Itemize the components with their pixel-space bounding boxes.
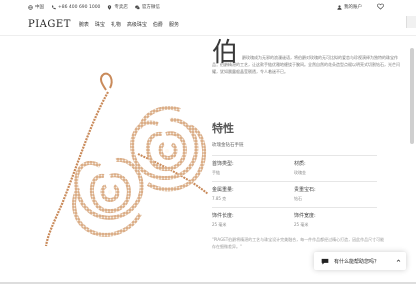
product-disclaimer: "PIAGET伯爵将精湛的工艺与珠宝设计完美融合，每一件作品都经过精心打造，因此… <box>212 237 385 249</box>
spec-value: 玫瑰金 <box>294 170 306 175</box>
wechat-label: 官方微信 <box>141 5 160 10</box>
nav-link-gifts[interactable]: 礼物 <box>111 21 121 28</box>
phone-link[interactable]: +86 400 690 1000 <box>51 5 100 10</box>
specs-heading: 特性 <box>212 122 234 135</box>
region-label: 中国 <box>35 5 44 10</box>
phone-number: +86 400 690 1000 <box>58 4 101 10</box>
wechat-link[interactable]: 官方微信 <box>135 4 160 10</box>
user-icon <box>337 4 342 10</box>
spec-value: 7.85 克 <box>212 196 227 201</box>
spec-length: 饰件长度: 25 毫米 <box>212 208 294 233</box>
account-link[interactable]: 我的账户 <box>337 4 362 10</box>
spec-label: 饰件宽度: <box>294 213 316 219</box>
specs-table: 首饰类型: 手链 材质: 玫瑰金 金属重量: 7.85 克 贵重宝石: 钻石 饰… <box>212 155 377 233</box>
spec-row: 金属重量: 7.85 克 贵重宝石: 钻石 <box>212 181 377 207</box>
phone-icon <box>51 5 56 9</box>
nav-link-watches[interactable]: 腕表 <box>79 21 89 28</box>
spec-material: 材质: 玫瑰金 <box>294 156 376 181</box>
spec-label: 材质: <box>294 161 306 167</box>
spec-value: 手链 <box>212 170 220 175</box>
page-scrollbar[interactable] <box>410 48 414 144</box>
spec-gemstone: 贵重宝石: 钻石 <box>294 182 376 207</box>
stores-link[interactable]: 专卖店 <box>107 4 128 10</box>
chat-widget[interactable]: 有什么能帮助您吗？ <box>314 252 406 270</box>
heart-icon[interactable] <box>377 3 384 10</box>
product-image <box>44 72 209 247</box>
spec-label: 饰件长度: <box>212 213 234 219</box>
spec-row: 首饰类型: 手链 材质: 玫瑰金 <box>212 155 377 181</box>
spec-jewelry-type: 首饰类型: 手链 <box>212 156 294 181</box>
account-label: 我的账户 <box>344 5 362 10</box>
nav-link-high-jewelry[interactable]: 高级珠宝 <box>127 21 147 28</box>
spec-label: 贵重宝石: <box>294 187 316 193</box>
wechat-icon <box>135 5 140 9</box>
spec-metal-weight: 金属重量: 7.85 克 <box>212 182 294 207</box>
nav-link-services[interactable]: 服务 <box>169 21 179 28</box>
product-name: 玫瑰金钻石手链 <box>212 143 244 148</box>
spec-value: 25 毫米 <box>294 222 309 227</box>
utility-bar: 中国 +86 400 690 1000 专卖店 官方微信 我的账户 <box>0 0 416 14</box>
spec-value: 钻石 <box>294 196 302 201</box>
spec-label: 首饰类型: <box>212 161 234 167</box>
spec-label: 金属重量: <box>212 187 234 193</box>
product-description: 爵玫瑰成为无邪的浪漫谜语，将伯爵对玫瑰的无可比拟的爱恋与珍视演绎为独特的珠宝作品… <box>212 55 400 74</box>
location-pin-icon <box>108 4 112 10</box>
spec-value: 25 毫米 <box>212 222 227 227</box>
nav-link-piaget[interactable]: 伯爵 <box>153 21 163 28</box>
spec-width: 饰件宽度: 25 毫米 <box>294 208 376 233</box>
stores-label: 专卖店 <box>114 5 128 10</box>
chat-label: 有什么能帮助您吗？ <box>334 258 380 265</box>
region-selector[interactable]: 中国 <box>28 4 44 10</box>
brand-logo[interactable]: PIAGET <box>28 19 71 30</box>
chevron-up-icon <box>396 259 401 262</box>
globe-icon <box>28 4 33 10</box>
chat-bubble-icon <box>321 258 329 264</box>
spec-row: 饰件长度: 25 毫米 饰件宽度: 25 毫米 <box>212 207 377 233</box>
main-nav: PIAGET 腕表 珠宝 礼物 高级珠宝 伯爵 服务 <box>0 14 416 36</box>
nav-link-jewelry[interactable]: 珠宝 <box>95 21 105 28</box>
